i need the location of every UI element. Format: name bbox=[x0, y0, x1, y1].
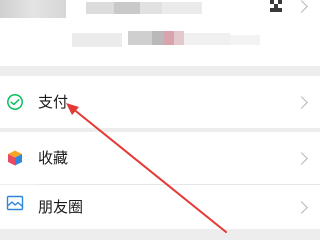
annotation-arrow bbox=[66, 103, 227, 233]
